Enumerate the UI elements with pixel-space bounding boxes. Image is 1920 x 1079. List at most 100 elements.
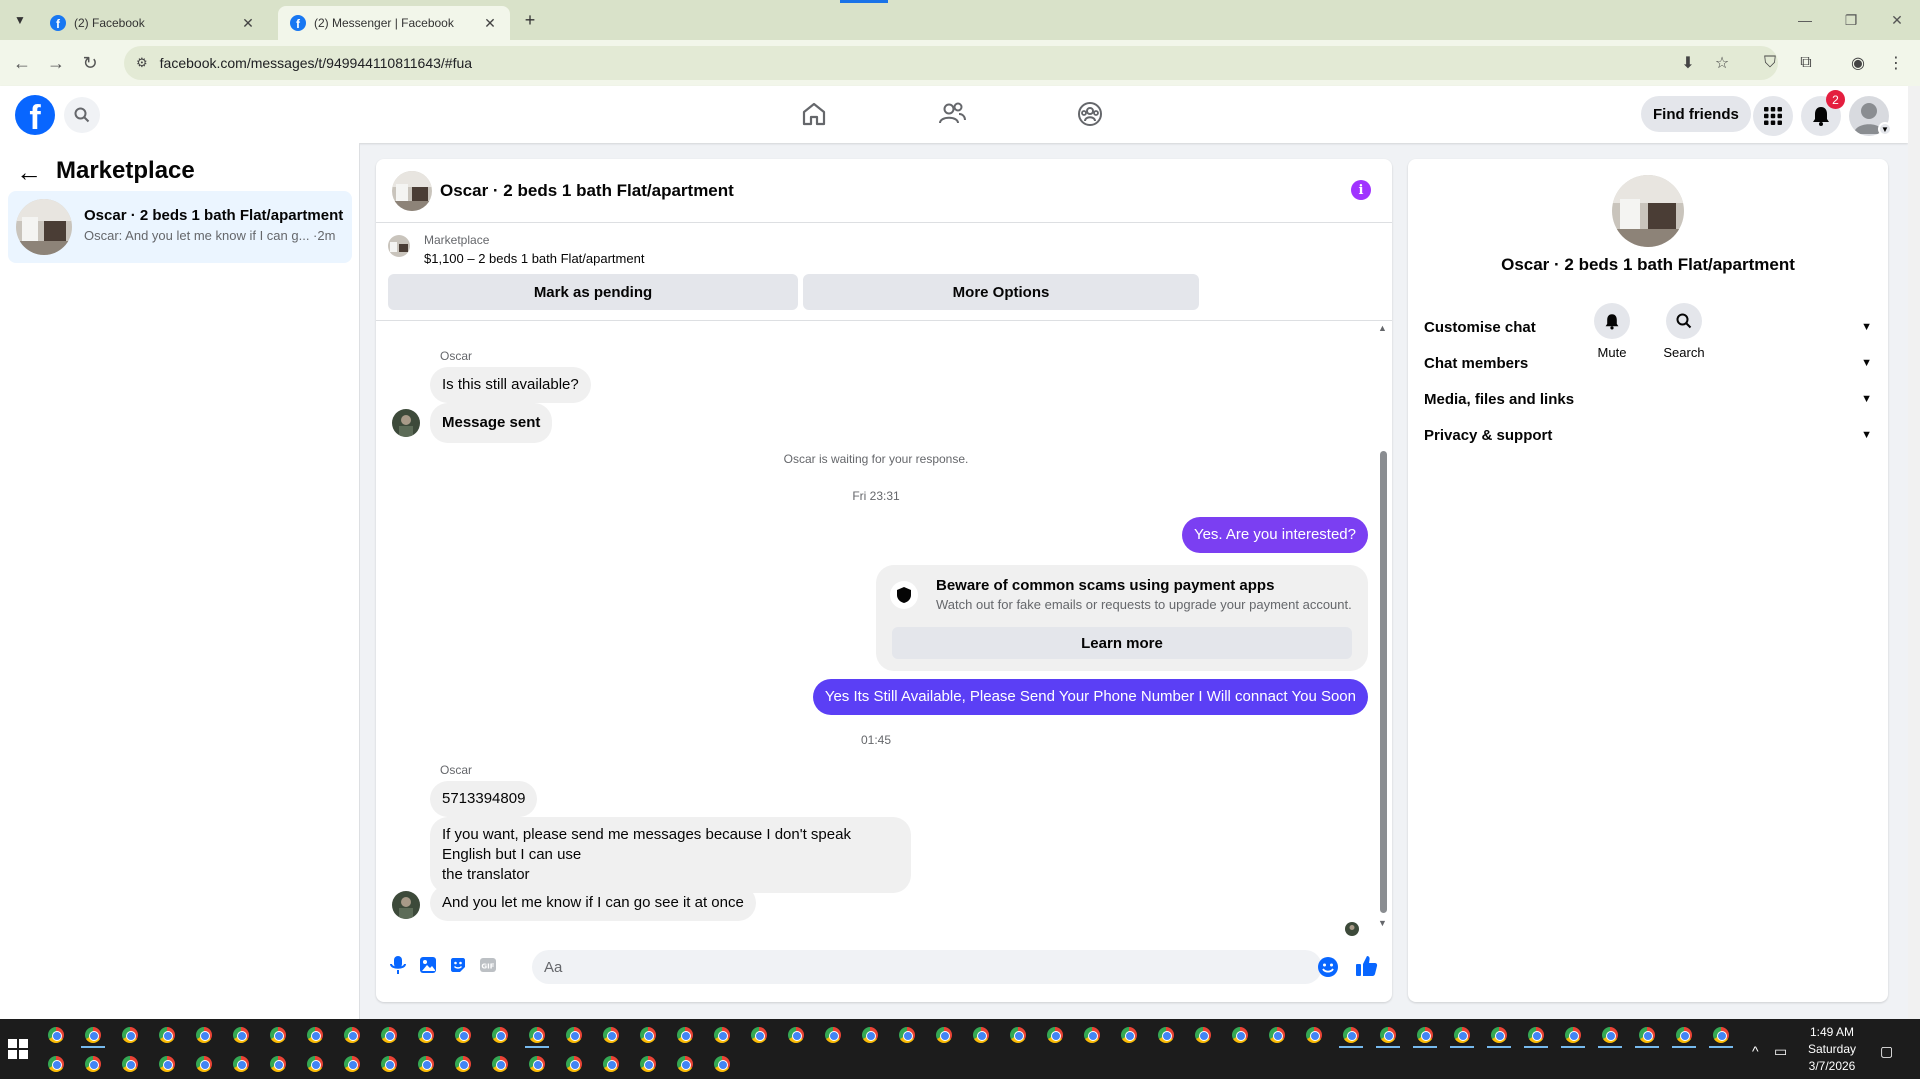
chrome-taskbar-icon[interactable]	[825, 1027, 841, 1043]
listing-price-title[interactable]: $1,100 – 2 beds 1 bath Flat/apartment	[424, 251, 644, 266]
mark-as-pending-button[interactable]: Mark as pending	[388, 274, 798, 310]
chrome-taskbar-icon[interactable]	[159, 1027, 175, 1043]
chrome-taskbar-icon[interactable]	[714, 1027, 730, 1043]
extensions-puzzle-icon[interactable]: ⧉	[1794, 48, 1818, 78]
outgoing-message[interactable]: Yes Its Still Available, Please Send You…	[812, 679, 1368, 715]
minimize-button[interactable]: —	[1782, 6, 1828, 34]
chrome-taskbar-icon[interactable]	[862, 1027, 878, 1043]
sticker-button[interactable]	[446, 953, 470, 977]
chrome-taskbar-icon[interactable]	[307, 1027, 323, 1043]
chrome-taskbar-icon[interactable]	[196, 1027, 212, 1043]
chrome-taskbar-icon[interactable]	[1380, 1027, 1396, 1043]
message-scrollbar[interactable]: ▲ ▼	[1376, 321, 1390, 933]
chrome-taskbar-icon[interactable]	[48, 1027, 64, 1043]
chrome-taskbar-icon[interactable]	[1232, 1027, 1248, 1043]
chrome-taskbar-icon[interactable]	[492, 1056, 508, 1072]
sender-avatar[interactable]	[392, 409, 420, 437]
accordion-chat-members[interactable]: Chat members ▼	[1424, 345, 1872, 381]
address-bar[interactable]: ⚙ facebook.com/messages/t/94994411081164…	[124, 46, 1778, 80]
nav-home[interactable]	[794, 96, 834, 132]
accordion-media-files-links[interactable]: Media, files and links ▼	[1424, 381, 1872, 417]
gif-button[interactable]: GIF	[476, 953, 500, 977]
chrome-taskbar-icon[interactable]	[1084, 1027, 1100, 1043]
find-friends-button[interactable]: Find friends	[1641, 96, 1751, 132]
chrome-taskbar-icon[interactable]	[418, 1027, 434, 1043]
chrome-taskbar-icon[interactable]	[714, 1056, 730, 1072]
chrome-taskbar-icon[interactable]	[1417, 1027, 1433, 1043]
sender-avatar[interactable]	[392, 891, 420, 919]
listing-thumbnail[interactable]	[392, 171, 432, 211]
page-scrollbar[interactable]	[1908, 86, 1920, 1019]
scroll-down-icon[interactable]: ▼	[1378, 918, 1387, 928]
nav-friends[interactable]	[932, 96, 972, 132]
site-info-icon[interactable]: ⚙	[136, 55, 148, 71]
chrome-taskbar-icon[interactable]	[122, 1056, 138, 1072]
info-icon[interactable]: i	[1351, 180, 1371, 200]
chrome-taskbar-icon[interactable]	[270, 1027, 286, 1043]
chrome-taskbar-icon[interactable]	[85, 1056, 101, 1072]
chrome-taskbar-icon[interactable]	[640, 1056, 656, 1072]
tab-facebook[interactable]: f (2) Facebook ✕	[38, 6, 268, 40]
chrome-taskbar-icon[interactable]	[455, 1027, 471, 1043]
chrome-taskbar-icon[interactable]	[48, 1056, 64, 1072]
chrome-taskbar-icon[interactable]	[751, 1027, 767, 1043]
chrome-taskbar-icon[interactable]	[788, 1027, 804, 1043]
emoji-button[interactable]	[1316, 955, 1340, 979]
chrome-taskbar-icon[interactable]	[233, 1027, 249, 1043]
send-like-button[interactable]	[1354, 953, 1380, 979]
chrome-taskbar-icon[interactable]	[1639, 1027, 1655, 1043]
voice-clip-button[interactable]	[386, 953, 410, 977]
chrome-taskbar-icon[interactable]	[381, 1027, 397, 1043]
chevron-up-icon[interactable]: ^	[1752, 1043, 1759, 1059]
chrome-taskbar-icon[interactable]	[677, 1027, 693, 1043]
chrome-taskbar-icon[interactable]	[455, 1056, 471, 1072]
chrome-taskbar-icon[interactable]	[233, 1056, 249, 1072]
windows-start-icon[interactable]	[8, 1039, 28, 1059]
chrome-taskbar-icon[interactable]	[973, 1027, 989, 1043]
restore-button[interactable]: ❐	[1828, 6, 1874, 34]
chat-title[interactable]: Oscar · 2 beds 1 bath Flat/apartment	[440, 181, 734, 201]
tab-search-button[interactable]: ▼	[8, 8, 32, 32]
chrome-taskbar-icon[interactable]	[1454, 1027, 1470, 1043]
reload-button[interactable]: ↻	[76, 49, 104, 77]
chrome-taskbar-icon[interactable]	[418, 1056, 434, 1072]
install-app-icon[interactable]: ⬇	[1676, 48, 1700, 78]
chrome-taskbar-icon[interactable]	[529, 1056, 545, 1072]
chrome-taskbar-icon[interactable]	[899, 1027, 915, 1043]
bookmark-star-icon[interactable]: ☆	[1710, 48, 1734, 78]
attach-photo-button[interactable]	[416, 953, 440, 977]
chrome-taskbar-icon[interactable]	[492, 1027, 508, 1043]
nav-groups[interactable]	[1070, 96, 1110, 132]
scroll-up-icon[interactable]: ▲	[1378, 323, 1387, 333]
back-arrow-icon[interactable]: ←	[16, 157, 42, 188]
profile-icon[interactable]: ◉	[1846, 48, 1870, 78]
chrome-taskbar-icon[interactable]	[529, 1027, 545, 1043]
network-icon[interactable]: ▭	[1774, 1043, 1787, 1060]
incoming-message[interactable]: Is this still available?	[430, 367, 591, 403]
search-button[interactable]	[64, 97, 100, 133]
chrome-taskbar-icon[interactable]	[1713, 1027, 1729, 1043]
back-button[interactable]: ←	[8, 49, 36, 77]
chrome-taskbar-icon[interactable]	[566, 1027, 582, 1043]
menu-button[interactable]	[1753, 96, 1793, 136]
chrome-taskbar-icon[interactable]	[1602, 1027, 1618, 1043]
chrome-taskbar-icon[interactable]	[603, 1027, 619, 1043]
facebook-logo-icon[interactable]: f	[15, 95, 55, 135]
chrome-taskbar-icon[interactable]	[344, 1056, 360, 1072]
chrome-taskbar-icon[interactable]	[677, 1056, 693, 1072]
chrome-taskbar-icon[interactable]	[1047, 1027, 1063, 1043]
incoming-message[interactable]: 5713394809	[430, 781, 538, 817]
new-tab-button[interactable]: +	[518, 8, 542, 32]
conversation-item[interactable]: Oscar · 2 beds 1 bath Flat/apartment Osc…	[8, 191, 352, 263]
chrome-taskbar-icon[interactable]	[1010, 1027, 1026, 1043]
close-icon[interactable]: ✕	[482, 15, 498, 32]
chrome-taskbar-icon[interactable]	[1158, 1027, 1174, 1043]
chrome-taskbar-icon[interactable]	[196, 1056, 212, 1072]
chrome-taskbar-icon[interactable]	[1343, 1027, 1359, 1043]
chrome-taskbar-icon[interactable]	[603, 1056, 619, 1072]
chrome-taskbar-icon[interactable]	[566, 1056, 582, 1072]
chrome-taskbar-icon[interactable]	[1676, 1027, 1692, 1043]
outgoing-message[interactable]: Yes. Are you interested?	[1181, 517, 1368, 553]
chrome-taskbar-icon[interactable]	[640, 1027, 656, 1043]
chrome-taskbar-icon[interactable]	[270, 1056, 286, 1072]
